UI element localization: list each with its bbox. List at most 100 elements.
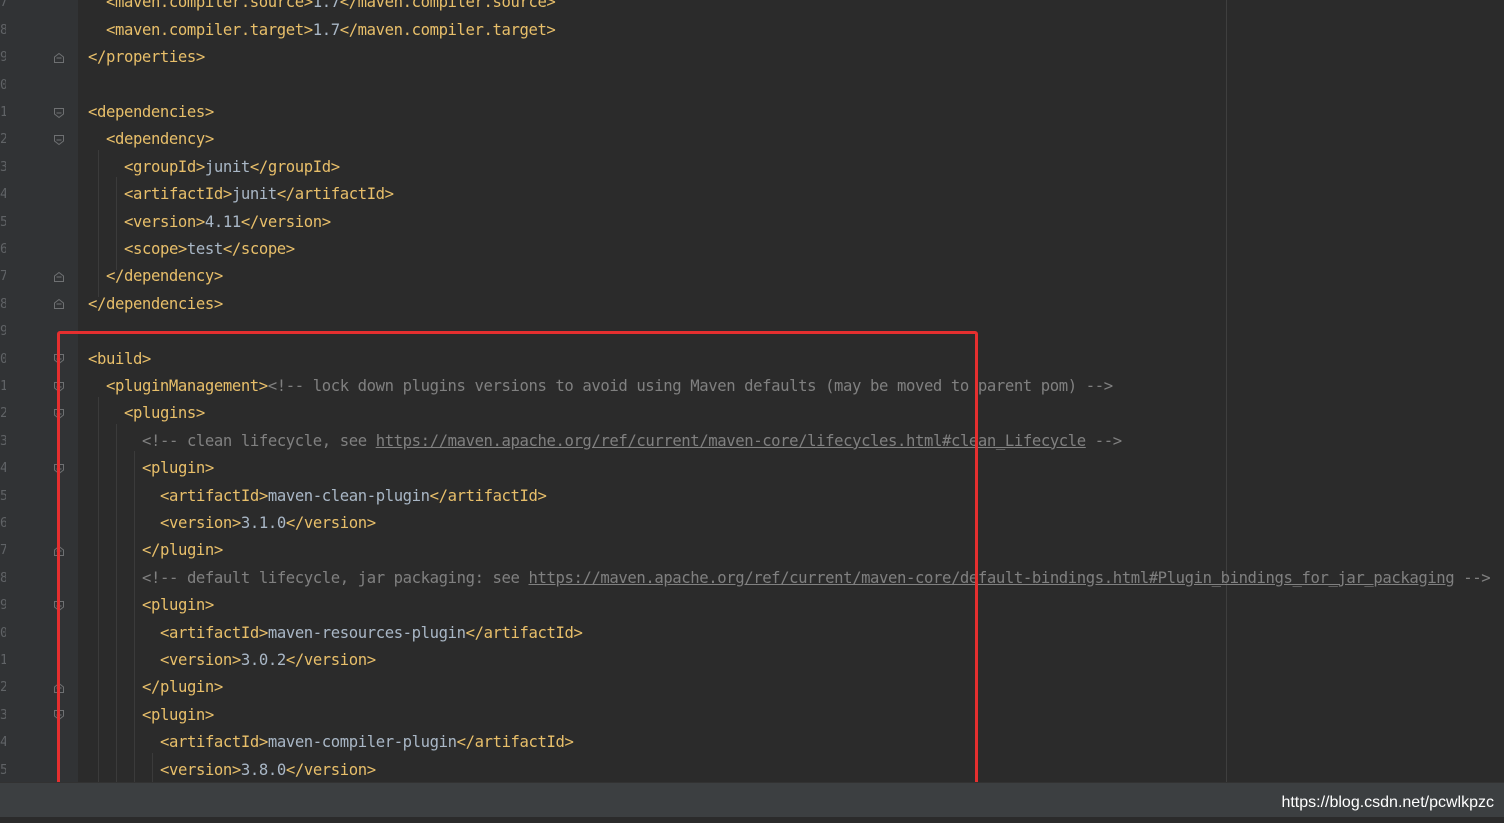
line-number: 7: [0, 269, 6, 285]
code-line[interactable]: <plugin>: [142, 702, 214, 729]
xml-tag: <scope>: [124, 239, 187, 258]
code-line[interactable]: </plugin>: [142, 537, 223, 564]
indent-guide: [152, 752, 153, 782]
code-line[interactable]: <version>3.1.0</version>: [160, 510, 376, 537]
fold-start-icon[interactable]: [53, 107, 65, 119]
xml-tag: <version>: [160, 760, 241, 779]
xml-text: 3.1.0: [240, 513, 286, 532]
right-margin-guide: [1226, 0, 1227, 782]
line-number: 8: [0, 570, 6, 586]
xml-tag: </dependencies>: [88, 294, 223, 313]
xml-text: 3.8.0: [240, 760, 286, 779]
xml-tag: <version>: [160, 513, 241, 532]
code-line[interactable]: <artifactId>maven-clean-plugin</artifact…: [160, 483, 547, 510]
xml-tag: </maven.compiler.source>: [339, 0, 556, 12]
fold-start-icon[interactable]: [53, 709, 65, 721]
xml-tag: </dependency>: [106, 267, 223, 286]
xml-tag: </artifactId>: [276, 185, 394, 204]
fold-end-icon[interactable]: [53, 52, 65, 64]
xml-tag: <dependencies>: [88, 102, 214, 121]
fold-end-icon[interactable]: [53, 545, 65, 557]
line-number: 5: [0, 762, 6, 778]
code-editor[interactable]: 7 8 9 0 1 2 3 4 5 6 7 8 9 0 1 2 3 4 5 6 7 8 9 0 1 2 3 4 5 <maven.com…: [0, 0, 1504, 782]
line-number: 4: [0, 735, 6, 751]
line-number: 4: [0, 187, 6, 203]
line-number: 8: [0, 22, 6, 38]
code-line[interactable]: <groupId>junit</groupId>: [124, 154, 340, 181]
code-line[interactable]: </dependencies>: [88, 291, 223, 318]
code-line[interactable]: <artifactId>maven-compiler-plugin</artif…: [160, 729, 574, 756]
indent-guide: [116, 177, 117, 270]
fold-start-icon[interactable]: [53, 463, 65, 475]
xml-comment: <!-- default lifecycle, jar packaging: s…: [142, 568, 529, 587]
xml-tag: <pluginManagement>: [106, 376, 268, 395]
line-number: 0: [0, 625, 6, 641]
fold-start-icon[interactable]: [53, 353, 65, 365]
line-number: 1: [0, 104, 6, 120]
fold-start-icon[interactable]: [53, 600, 65, 612]
code-line[interactable]: <version>3.8.0</version>: [160, 757, 376, 783]
xml-tag: </groupId>: [249, 157, 340, 176]
xml-tag: </plugin>: [142, 541, 223, 560]
code-area[interactable]: <maven.compiler.source>1.7</maven.compil…: [78, 0, 1504, 782]
code-line[interactable]: <dependency>: [106, 126, 214, 153]
xml-tag: <maven.compiler.source>: [106, 0, 313, 12]
line-number: 9: [0, 324, 6, 340]
code-line[interactable]: <maven.compiler.source>1.7</maven.compil…: [106, 0, 556, 17]
indent-guide: [116, 424, 117, 782]
line-number: 5: [0, 214, 6, 230]
fold-start-icon[interactable]: [53, 381, 65, 393]
code-line[interactable]: <pluginManagement><!-- lock down plugins…: [106, 373, 1113, 400]
xml-tag: <artifactId>: [160, 486, 268, 505]
xml-text: 1.7: [312, 0, 340, 12]
code-line[interactable]: <version>4.11</version>: [124, 209, 331, 236]
line-number: 0: [0, 351, 6, 367]
code-line[interactable]: <build>: [88, 346, 151, 373]
comment-link[interactable]: https://maven.apache.org/ref/current/mav…: [529, 569, 1455, 587]
code-line[interactable]: <artifactId>junit</artifactId>: [124, 181, 394, 208]
xml-tag: </version>: [285, 760, 376, 779]
xml-tag: <maven.compiler.target>: [106, 20, 313, 39]
code-line[interactable]: <version>3.0.2</version>: [160, 647, 376, 674]
watermark-text: https://blog.csdn.net/pcwlkpzc: [1281, 794, 1494, 811]
xml-text: junit: [231, 185, 277, 204]
line-number: 9: [0, 598, 6, 614]
code-line[interactable]: <artifactId>maven-resources-plugin</arti…: [160, 620, 583, 647]
line-number: 6: [0, 515, 6, 531]
code-line[interactable]: <plugin>: [142, 455, 214, 482]
fold-end-icon[interactable]: [53, 298, 65, 310]
xml-tag: </version>: [285, 513, 376, 532]
fold-start-icon[interactable]: [53, 134, 65, 146]
status-bar: https://blog.csdn.net/pcwlkpzc: [0, 782, 1504, 823]
xml-tag: </scope>: [222, 239, 295, 258]
code-line[interactable]: <scope>test</scope>: [124, 236, 295, 263]
comment-link[interactable]: https://maven.apache.org/ref/current/mav…: [376, 432, 1086, 450]
xml-comment: <!-- lock down plugins versions to avoid…: [267, 376, 1113, 395]
xml-tag: </artifactId>: [429, 486, 547, 505]
fold-end-icon[interactable]: [53, 682, 65, 694]
xml-tag: </version>: [240, 212, 331, 231]
code-line[interactable]: <!-- default lifecycle, jar packaging: s…: [142, 565, 1491, 592]
xml-tag: </plugin>: [142, 678, 223, 697]
line-number: 7: [0, 0, 6, 11]
xml-tag: <version>: [124, 212, 205, 231]
xml-tag: <plugins>: [124, 404, 205, 423]
line-number-gutter[interactable]: 7 8 9 0 1 2 3 4 5 6 7 8 9 0 1 2 3 4 5 6 7 8 9 0 1 2 3 4 5: [0, 0, 78, 782]
code-line[interactable]: <maven.compiler.target>1.7</maven.compil…: [106, 17, 556, 44]
xml-tag: <artifactId>: [160, 733, 268, 752]
fold-start-icon[interactable]: [53, 408, 65, 420]
fold-end-icon[interactable]: [53, 271, 65, 283]
code-line[interactable]: </dependency>: [106, 263, 223, 290]
xml-tag: </version>: [285, 650, 376, 669]
code-line[interactable]: </plugin>: [142, 674, 223, 701]
code-line[interactable]: <plugins>: [124, 400, 205, 427]
code-line[interactable]: <dependencies>: [88, 99, 214, 126]
xml-comment: <!-- clean lifecycle, see: [142, 431, 376, 450]
code-line[interactable]: <plugin>: [142, 592, 214, 619]
indent-guide: [98, 150, 99, 297]
code-line[interactable]: <!-- clean lifecycle, see https://maven.…: [142, 428, 1122, 455]
code-line[interactable]: </properties>: [88, 44, 205, 71]
xml-tag: <build>: [88, 349, 151, 368]
xml-tag: <artifactId>: [124, 185, 232, 204]
xml-text: test: [186, 239, 223, 258]
